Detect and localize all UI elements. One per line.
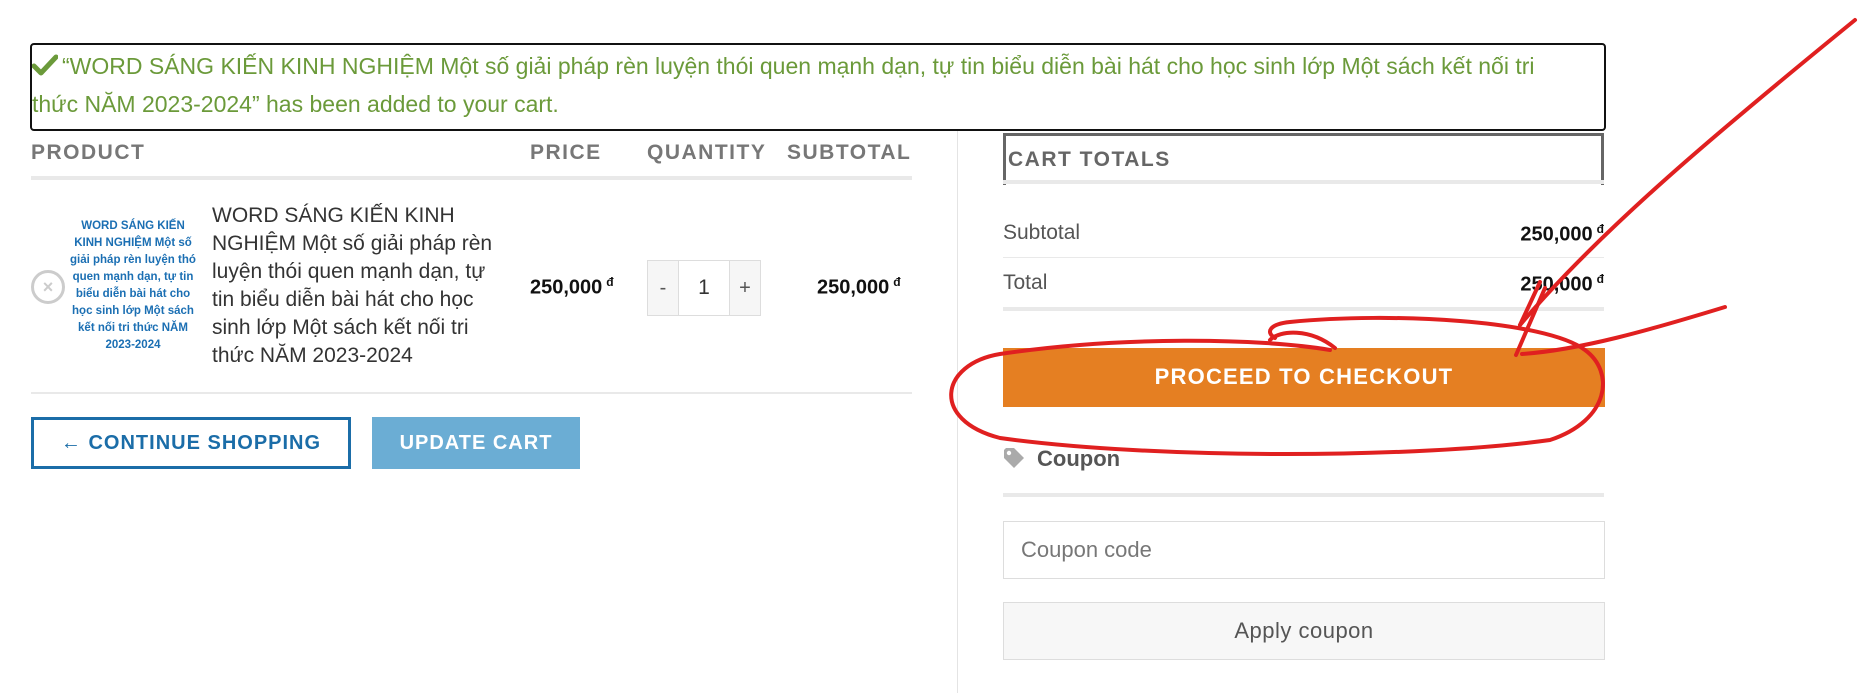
coupon-code-input[interactable] <box>1003 521 1605 579</box>
apply-coupon-button[interactable]: Apply coupon <box>1003 602 1605 660</box>
product-name-link[interactable]: WORD SÁNG KIẾN KINH NGHIỆM Một số giải p… <box>212 202 512 370</box>
thumbnail-text: quen mạnh dạn, tự tin <box>72 271 194 283</box>
currency-symbol: đ <box>1596 222 1604 236</box>
tag-icon <box>1004 448 1024 468</box>
col-header-subtotal: SUBTOTAL <box>787 141 912 164</box>
cart-totals-title: CART TOTALS <box>1003 133 1604 185</box>
thumbnail-text: 2023-2024 <box>105 339 161 351</box>
col-header-product: PRODUCT <box>31 141 146 164</box>
col-header-quantity: QUANTITY <box>647 141 767 164</box>
col-header-price: PRICE <box>530 141 602 164</box>
subtotal-label: Subtotal <box>1003 221 1081 244</box>
total-divider <box>1003 307 1604 311</box>
qty-increase-button[interactable]: + <box>730 261 760 315</box>
close-circle-icon: × <box>42 277 54 297</box>
line-subtotal: 250,000 đ <box>817 275 901 300</box>
currency-symbol: đ <box>893 275 901 289</box>
cart-total-value: 250,000 <box>1520 273 1593 296</box>
remove-item-button[interactable]: × <box>31 270 65 304</box>
subtotal-value: 250,000 <box>817 276 890 299</box>
qty-decrease-button[interactable]: - <box>648 261 678 315</box>
continue-shopping-button[interactable]: ← CONTINUE SHOPPING <box>31 417 351 469</box>
column-divider <box>957 131 958 693</box>
thumbnail-text: kết nối tri thức NĂM <box>78 322 188 334</box>
notice-text-line2: thức NĂM 2023-2024” has been added to yo… <box>32 91 559 117</box>
coupon-divider <box>1003 493 1604 497</box>
proceed-to-checkout-button[interactable]: PROCEED TO CHECKOUT <box>1003 348 1605 407</box>
thumbnail-text: WORD SÁNG KIẾN <box>81 220 185 232</box>
update-cart-button[interactable]: UPDATE CART <box>372 417 580 469</box>
subtotal-divider <box>1003 257 1604 258</box>
thumbnail-text: biểu diễn bài hát cho <box>75 288 191 300</box>
thumbnail-text: học sinh lớp Một sách <box>72 305 194 317</box>
qty-input[interactable]: 1 <box>678 261 730 315</box>
added-to-cart-notice: “WORD SÁNG KIẾN KINH NGHIỆM Một số giải … <box>30 43 1606 131</box>
annotation-arrow2 <box>1520 305 1727 356</box>
cart-total: 250,000 đ <box>1520 272 1604 297</box>
checkmark-icon <box>32 54 58 76</box>
currency-symbol: đ <box>1596 272 1604 286</box>
totals-title-divider <box>1003 180 1604 184</box>
price-value: 250,000 <box>530 276 603 299</box>
annotation-arrow2-tip <box>1514 286 1547 357</box>
quantity-stepper: - 1 + <box>647 260 761 316</box>
coupon-heading: Coupon <box>1003 446 1120 472</box>
annotation-stroke <box>1268 330 1337 350</box>
coupon-title: Coupon <box>1037 446 1121 471</box>
row-divider <box>31 392 912 394</box>
product-price: 250,000 đ <box>530 275 614 300</box>
total-label: Total <box>1003 271 1048 294</box>
cart-subtotal-value: 250,000 <box>1520 223 1593 246</box>
thumbnail-text: KINH NGHIỆM Một số <box>74 237 192 249</box>
notice-text-line1: “WORD SÁNG KIẾN KINH NGHIỆM Một số giải … <box>62 53 1535 79</box>
thumbnail-text: giải pháp rèn luyện thói <box>70 254 196 266</box>
currency-symbol: đ <box>606 275 614 289</box>
header-divider <box>31 176 912 180</box>
product-thumbnail[interactable]: WORD SÁNG KIẾN KINH NGHIỆM Một số giải p… <box>70 218 196 358</box>
cart-subtotal: 250,000 đ <box>1520 222 1604 247</box>
